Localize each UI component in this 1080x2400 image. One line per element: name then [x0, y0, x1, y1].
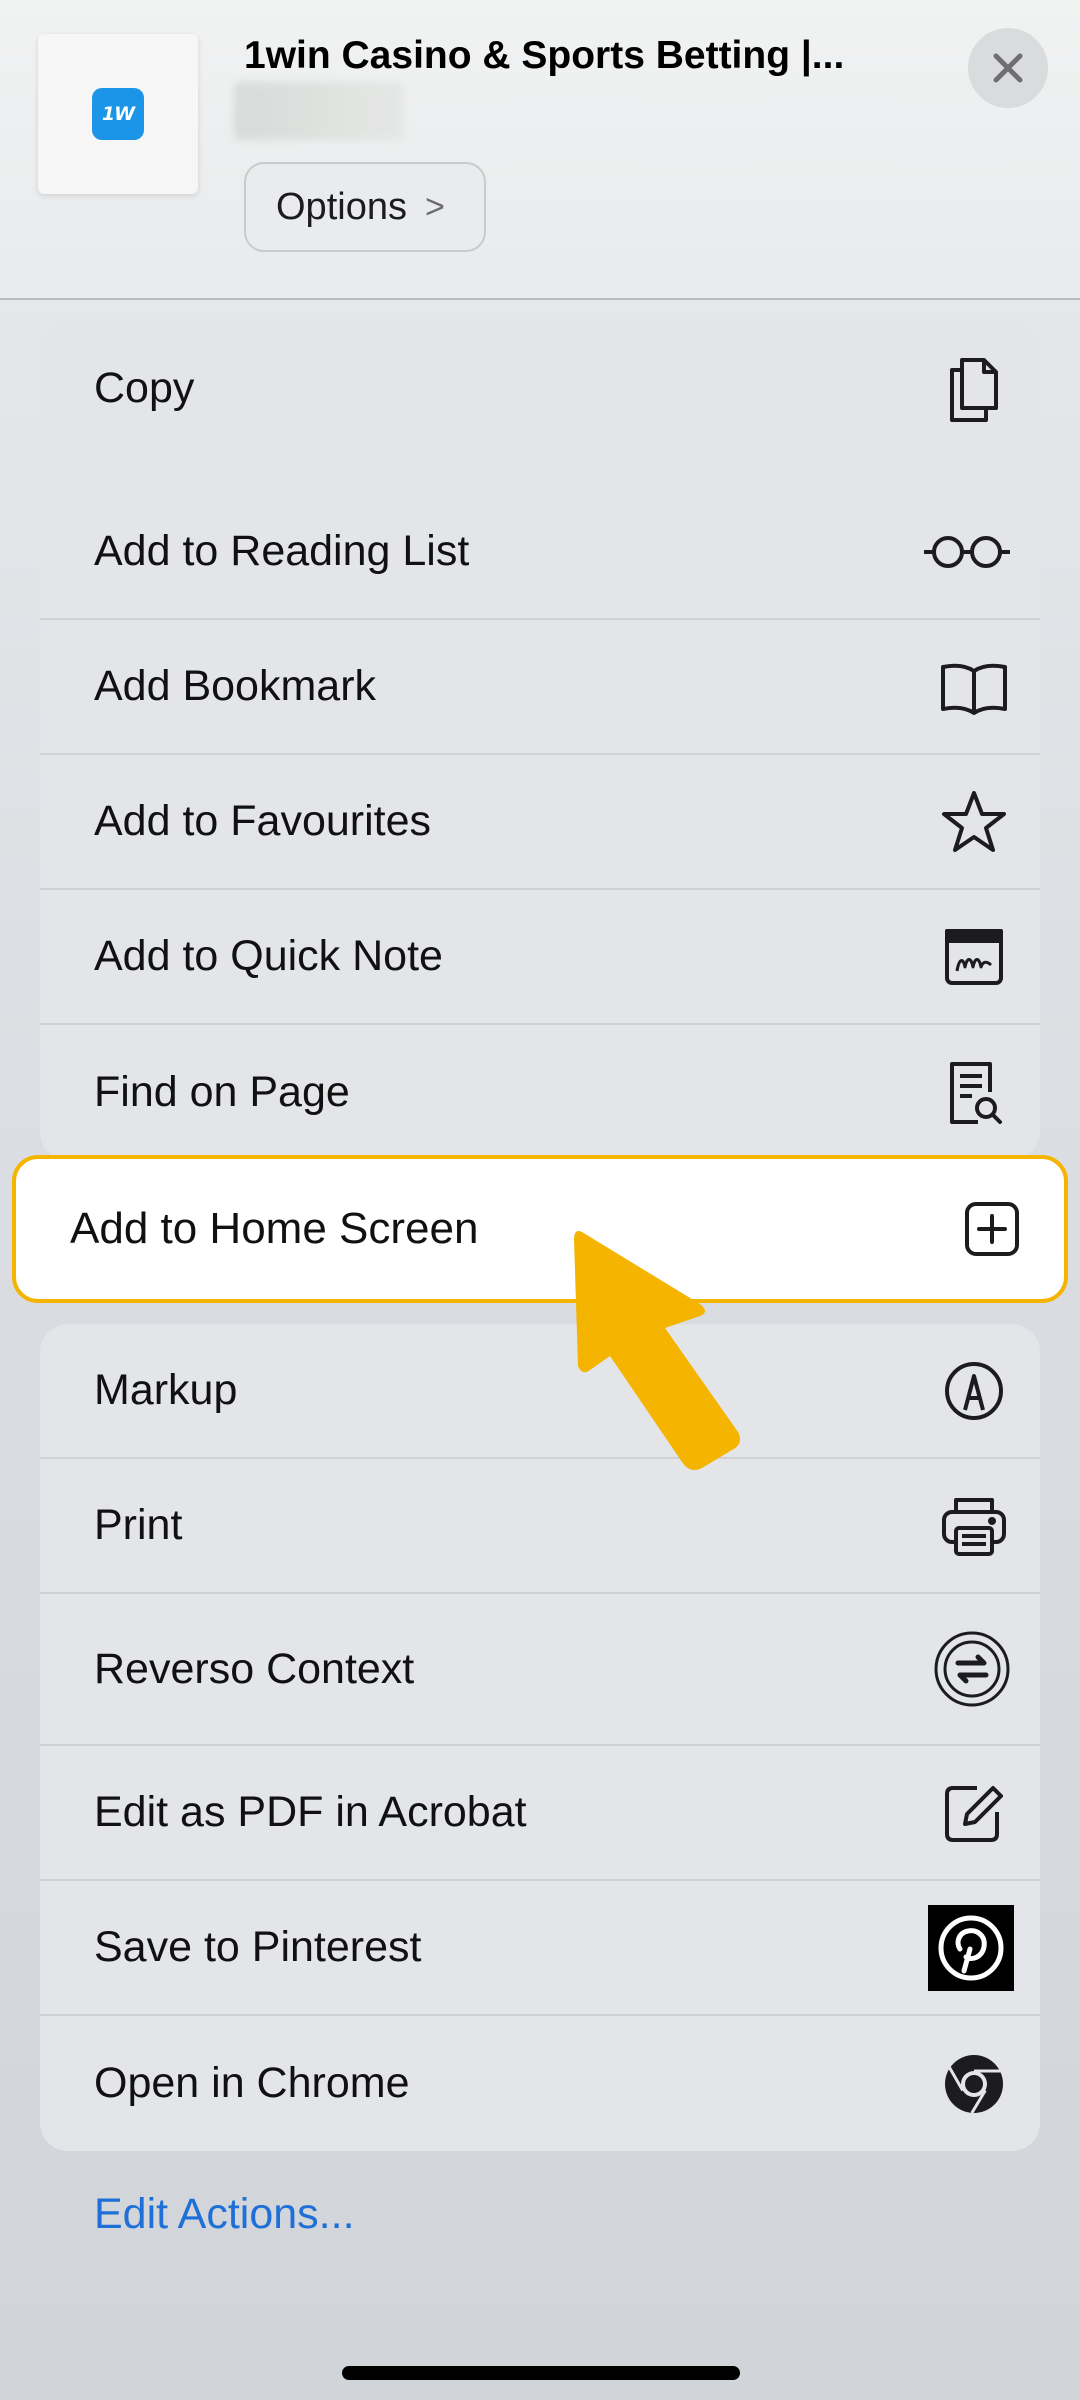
edit-icon [934, 1773, 1014, 1853]
action-label: Markup [94, 1366, 238, 1414]
markup-pen-icon [934, 1351, 1014, 1431]
action-add-to-reading-list[interactable]: Add to Reading List [40, 485, 1040, 620]
action-add-bookmark[interactable]: Add Bookmark [40, 620, 1040, 755]
printer-icon [934, 1486, 1014, 1566]
action-label: Add to Favourites [94, 797, 432, 845]
find-on-page-icon [934, 1053, 1014, 1133]
plus-square-icon [960, 1197, 1024, 1261]
options-button[interactable]: Options > [244, 162, 486, 252]
action-copy[interactable]: Copy [40, 320, 1040, 456]
action-label: Copy [94, 363, 195, 412]
copy-group: Copy [40, 320, 1040, 456]
reverso-icon [930, 1627, 1014, 1711]
actions-group: Add to Reading List Add Bookmark Add to … [40, 485, 1040, 1160]
action-label: Add Bookmark [94, 662, 377, 710]
chevron-right-icon: > [424, 187, 445, 226]
chrome-icon [934, 2044, 1014, 2124]
action-open-in-chrome[interactable]: Open in Chrome [40, 2016, 1040, 2151]
action-print[interactable]: Print [40, 1459, 1040, 1594]
site-thumbnail: 1W [38, 34, 198, 194]
action-label: Reverso Context [94, 1644, 415, 1693]
close-button[interactable] [968, 28, 1048, 108]
page-title: 1win Casino & Sports Betting |... [244, 34, 845, 77]
extensions-group: Markup Print Reverso Context Edit as PDF… [40, 1324, 1040, 2151]
home-indicator [342, 2366, 740, 2380]
action-label: Save to Pinterest [94, 1923, 422, 1971]
action-markup[interactable]: Markup [40, 1324, 1040, 1459]
book-icon [934, 647, 1014, 727]
action-add-to-home-screen[interactable]: Add to Home Screen [12, 1155, 1068, 1303]
action-label: Add to Quick Note [94, 932, 443, 980]
action-label: Find on Page [94, 1068, 350, 1116]
action-reverso-context[interactable]: Reverso Context [40, 1594, 1040, 1746]
options-label: Options [276, 185, 407, 228]
action-label: Add to Home Screen [70, 1204, 479, 1253]
action-label: Open in Chrome [94, 2059, 410, 2107]
action-label: Edit as PDF in Acrobat [94, 1788, 527, 1836]
blurred-url [234, 82, 404, 140]
glasses-icon [918, 512, 1014, 592]
copy-icon [934, 348, 1014, 428]
site-logo: 1W [92, 88, 144, 140]
edit-actions-link[interactable]: Edit Actions... [94, 2190, 355, 2239]
action-label: Print [94, 1501, 183, 1549]
share-sheet-header: 1W 1win Casino & Sports Betting |... Opt… [0, 0, 1080, 300]
action-label: Add to Reading List [94, 527, 470, 575]
star-icon [934, 782, 1014, 862]
action-edit-as-pdf-in-acrobat[interactable]: Edit as PDF in Acrobat [40, 1746, 1040, 1881]
action-save-to-pinterest[interactable]: Save to Pinterest [40, 1881, 1040, 2016]
pinterest-icon [928, 1904, 1014, 1991]
quick-note-icon [934, 917, 1014, 997]
action-add-to-quick-note[interactable]: Add to Quick Note [40, 890, 1040, 1025]
action-find-on-page[interactable]: Find on Page [40, 1025, 1040, 1160]
action-add-to-favourites[interactable]: Add to Favourites [40, 755, 1040, 890]
close-icon [993, 53, 1023, 83]
